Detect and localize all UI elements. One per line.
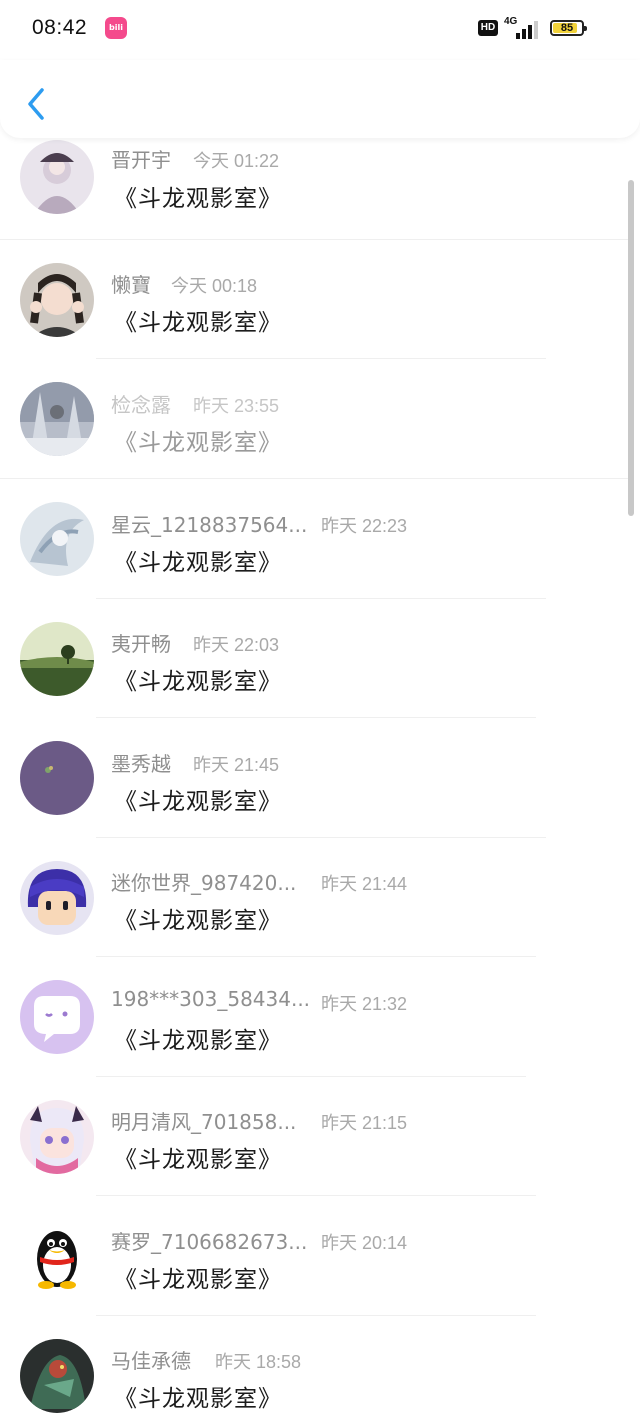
message-text: 《斗龙观影室》 (114, 310, 282, 336)
message-text: 《斗龙观影室》 (114, 1386, 282, 1412)
battery-icon: 85 (550, 20, 587, 36)
message-time: 昨天 18:58 (215, 1352, 302, 1372)
message-item[interactable]: 夷开畅 昨天 22:03 《斗龙观影室》 (0, 598, 630, 718)
message-time: 昨天 21:45 (193, 755, 280, 775)
chevron-left-icon (28, 88, 44, 120)
message-text: 《斗龙观影室》 (114, 908, 282, 934)
message-time: 昨天 22:23 (321, 516, 408, 536)
message-time: 昨天 20:14 (321, 1233, 408, 1253)
sender-name: 墨秀越 (111, 752, 171, 776)
battery-level: 85 (560, 22, 574, 34)
message-time: 昨天 21:44 (321, 874, 408, 894)
sender-name: 夷开畅 (111, 632, 171, 656)
sender-name: 迷你世界_987420... (111, 871, 297, 895)
message-text: 《斗龙观影室》 (114, 186, 282, 212)
message-time: 昨天 21:32 (321, 994, 408, 1014)
signal-icon (512, 19, 542, 39)
avatar[interactable] (20, 741, 94, 815)
message-text: 《斗龙观影室》 (114, 669, 282, 695)
avatar[interactable] (20, 1339, 94, 1413)
sender-name: 懒寶 (111, 273, 151, 297)
message-item[interactable]: 明月清风_701858... 昨天 21:15 《斗龙观影室》 (0, 1076, 630, 1196)
message-item[interactable]: 墨秀越 昨天 21:45 《斗龙观影室》 (0, 718, 630, 838)
status-bar: 08:42 bili HD 4G 85 (0, 0, 640, 60)
avatar[interactable] (20, 140, 94, 214)
message-item[interactable]: 懒寶 今天 00:18 《斗龙观影室》 (0, 239, 630, 359)
message-time: 昨天 22:03 (193, 635, 280, 655)
avatar[interactable] (20, 502, 94, 576)
message-time: 昨天 23:55 (193, 396, 280, 416)
message-text: 《斗龙观影室》 (114, 430, 282, 456)
scrollbar[interactable] (628, 180, 634, 516)
message-item[interactable]: 迷你世界_987420... 昨天 21:44 《斗龙观影室》 (0, 837, 630, 957)
bilibili-app-icon: bili (105, 17, 127, 39)
message-time: 今天 01:22 (193, 151, 280, 171)
message-text: 《斗龙观影室》 (114, 1267, 282, 1293)
message-item[interactable]: 检念露 昨天 23:55 《斗龙观影室》 (0, 359, 630, 479)
message-text: 《斗龙观影室》 (114, 789, 282, 815)
message-text: 《斗龙观影室》 (114, 1028, 282, 1054)
message-text: 《斗龙观影室》 (114, 550, 282, 576)
sender-name: 198***303_58434... (111, 987, 311, 1011)
message-item[interactable]: 晋开宇 今天 01:22 《斗龙观影室》 (0, 138, 630, 253)
hd-voice-icon: HD (478, 20, 498, 36)
avatar[interactable] (20, 263, 94, 337)
sender-name: 明月清风_701858... (111, 1110, 297, 1134)
avatar[interactable] (20, 1100, 94, 1174)
sender-name: 赛罗_7106682673... (111, 1230, 308, 1254)
avatar[interactable] (20, 861, 94, 935)
message-time: 今天 00:18 (171, 276, 258, 296)
message-item[interactable]: 马佳承德 昨天 18:58 《斗龙观影室》 (0, 1315, 630, 1422)
sender-name: 检念露 (111, 393, 171, 417)
sender-name: 星云_1218837564... (111, 513, 308, 537)
sender-name: 马佳承德 (111, 1349, 191, 1373)
avatar[interactable] (20, 382, 94, 456)
status-time: 08:42 (32, 16, 88, 39)
back-button[interactable] (22, 84, 52, 124)
message-item[interactable]: 赛罗_7106682673... 昨天 20:14 《斗龙观影室》 (0, 1196, 630, 1316)
message-item[interactable]: 星云_1218837564... 昨天 22:23 《斗龙观影室》 (0, 479, 630, 599)
avatar[interactable] (20, 1219, 94, 1293)
message-text: 《斗龙观影室》 (114, 1147, 282, 1173)
avatar[interactable] (20, 622, 94, 696)
message-time: 昨天 21:15 (321, 1113, 408, 1133)
message-item[interactable]: 198***303_58434... 昨天 21:32 《斗龙观影室》 (0, 957, 630, 1077)
sender-name: 晋开宇 (111, 148, 171, 172)
top-nav-bar (0, 60, 640, 138)
avatar[interactable] (20, 980, 94, 1054)
message-list[interactable]: 晋开宇 今天 01:22 《斗龙观影室》 懒寶 今天 00:18 《斗龙观影室》… (0, 138, 640, 1422)
